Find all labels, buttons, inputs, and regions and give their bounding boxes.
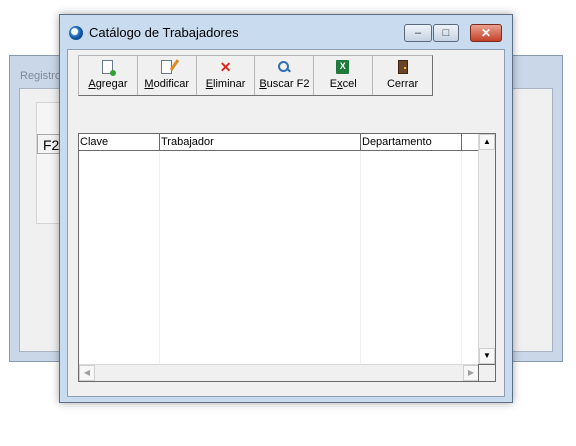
delete-icon: ✕ <box>219 59 232 75</box>
grid-header: Clave Trabajador Departamento <box>79 134 479 151</box>
horizontal-scrollbar[interactable]: ◀ ▶ <box>79 364 479 381</box>
catalog-window: Catálogo de Trabajadores – □ ✕ Agregar M… <box>59 14 513 403</box>
scroll-up-button[interactable]: ▲ <box>479 134 495 150</box>
window-title: Catálogo de Trabajadores <box>89 25 239 40</box>
background-window-title: Registro <box>20 70 61 82</box>
excel-icon: X <box>336 60 350 74</box>
maximize-icon: □ <box>442 27 450 39</box>
column-header-clave[interactable]: Clave <box>79 134 160 150</box>
workers-grid[interactable]: Clave Trabajador Departamento ▲ ▼ ◀ ▶ <box>78 133 496 382</box>
close-button[interactable]: Cerrar <box>373 56 432 95</box>
close-window-button[interactable]: ✕ <box>470 24 502 42</box>
column-header-departamento[interactable]: Departamento <box>361 134 462 150</box>
maximize-button[interactable]: □ <box>433 24 459 42</box>
column-header-trabajador[interactable]: Trabajador <box>160 134 361 150</box>
excel-button[interactable]: X Excel <box>314 56 374 95</box>
close-button-label: Cerrar <box>386 78 419 90</box>
delete-button-label: Eliminar <box>205 78 246 90</box>
scroll-down-button[interactable]: ▼ <box>479 348 495 364</box>
add-button-label: Agregar <box>88 78 128 90</box>
minimize-button[interactable]: – <box>404 24 432 42</box>
app-icon <box>69 26 83 40</box>
edit-icon <box>160 60 172 74</box>
title-bar[interactable]: Catálogo de Trabajadores – □ ✕ <box>60 15 512 49</box>
close-icon: ✕ <box>480 26 492 40</box>
delete-button[interactable]: ✕ Eliminar <box>197 56 256 95</box>
scroll-left-button[interactable]: ◀ <box>79 365 95 381</box>
column-header-extra <box>462 134 479 150</box>
search-icon <box>277 60 291 74</box>
window-client: Agregar Modificar ✕ Eliminar Buscar F2 X… <box>67 49 505 397</box>
toolbar: Agregar Modificar ✕ Eliminar Buscar F2 X… <box>78 55 433 96</box>
vertical-scrollbar[interactable]: ▲ ▼ <box>478 134 495 364</box>
search-button-label: Buscar F2 <box>259 78 310 90</box>
column-divider <box>360 151 361 364</box>
scrollbar-corner <box>478 364 495 381</box>
new-document-icon <box>101 60 116 76</box>
column-divider <box>461 151 462 364</box>
excel-button-label: Excel <box>329 78 357 90</box>
modify-button-label: Modificar <box>144 78 190 90</box>
column-divider <box>159 151 160 364</box>
minimize-icon: – <box>414 27 422 39</box>
add-button[interactable]: Agregar <box>79 56 138 95</box>
modify-button[interactable]: Modificar <box>138 56 197 95</box>
scroll-right-button[interactable]: ▶ <box>463 365 479 381</box>
search-button[interactable]: Buscar F2 <box>255 56 315 95</box>
door-exit-icon <box>397 60 408 74</box>
